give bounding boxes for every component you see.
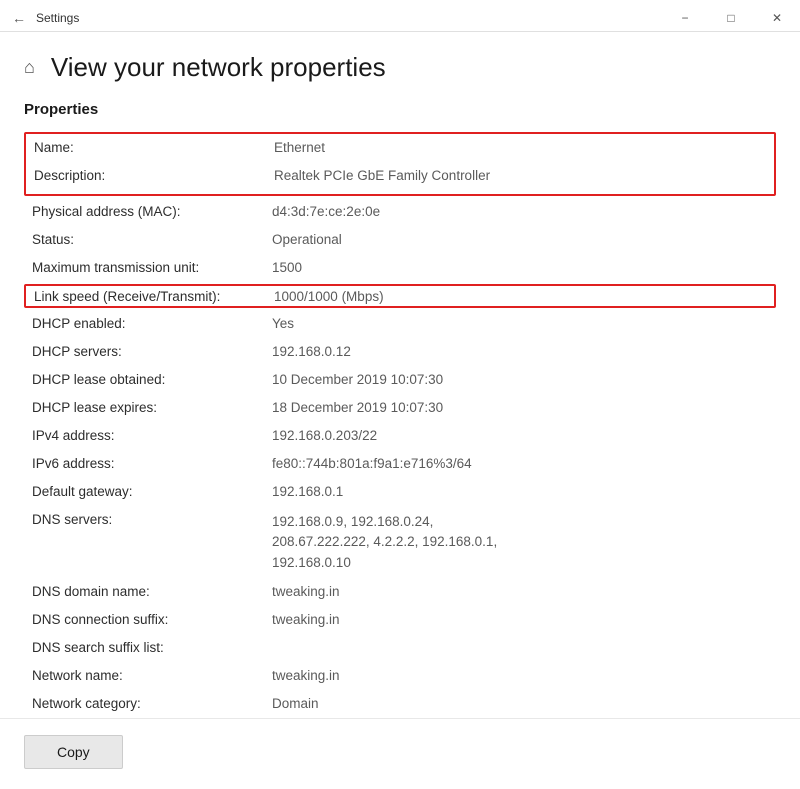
prop-value: 1000/1000 (Mbps) xyxy=(274,288,766,304)
table-row: Name: Ethernet xyxy=(34,136,766,164)
prop-value: 192.168.0.203/22 xyxy=(272,427,768,443)
table-row: Network category: Domain xyxy=(24,690,776,718)
prop-value: Yes xyxy=(272,315,768,331)
prop-label: DHCP lease obtained: xyxy=(32,371,272,387)
table-row: DNS servers: 192.168.0.9, 192.168.0.24,2… xyxy=(24,506,776,578)
table-row: Default gateway: 192.168.0.1 xyxy=(24,478,776,506)
prop-label: DNS servers: xyxy=(32,511,272,527)
copy-area: Copy xyxy=(0,718,800,789)
prop-value: 192.168.0.1 xyxy=(272,483,768,499)
table-row: Status: Operational xyxy=(24,226,776,254)
prop-label: Link speed (Receive/Transmit): xyxy=(34,288,274,304)
prop-label: IPv4 address: xyxy=(32,427,272,443)
table-row: DHCP servers: 192.168.0.12 xyxy=(24,338,776,366)
page-title: View your network properties xyxy=(51,52,386,83)
prop-value: Domain xyxy=(272,695,768,711)
table-row: DNS connection suffix: tweaking.in xyxy=(24,606,776,634)
home-icon[interactable]: ⌂ xyxy=(24,57,35,78)
prop-value: d4:3d:7e:ce:2e:0e xyxy=(272,203,768,219)
page-header: ⌂ View your network properties xyxy=(0,32,800,93)
properties-table: Name: Ethernet Description: Realtek PCIe… xyxy=(0,130,800,718)
prop-value xyxy=(272,639,768,640)
titlebar-controls: − □ ✕ xyxy=(662,2,800,34)
prop-value: tweaking.in xyxy=(272,611,768,627)
titlebar-title: Settings xyxy=(36,11,79,25)
back-icon[interactable]: ← xyxy=(12,10,26,26)
prop-value: fe80::744b:801a:f9a1:e716%3/64 xyxy=(272,455,768,471)
prop-label: Physical address (MAC): xyxy=(32,203,272,219)
highlight-box-link-speed: Link speed (Receive/Transmit): 1000/1000… xyxy=(24,284,776,308)
prop-label: DHCP servers: xyxy=(32,343,272,359)
prop-value: 192.168.0.12 xyxy=(272,343,768,359)
table-row: IPv6 address: fe80::744b:801a:f9a1:e716%… xyxy=(24,450,776,478)
highlight-box-name-desc: Name: Ethernet Description: Realtek PCIe… xyxy=(24,132,776,196)
prop-value: Operational xyxy=(272,231,768,247)
titlebar: ← Settings − □ ✕ xyxy=(0,0,800,32)
table-row: Network name: tweaking.in xyxy=(24,662,776,690)
table-row: DHCP lease obtained: 10 December 2019 10… xyxy=(24,366,776,394)
prop-label: Status: xyxy=(32,231,272,247)
close-button[interactable]: ✕ xyxy=(754,2,800,34)
table-row: DHCP lease expires: 18 December 2019 10:… xyxy=(24,394,776,422)
prop-label: DNS domain name: xyxy=(32,583,272,599)
prop-value: 1500 xyxy=(272,259,768,275)
table-row: DNS domain name: tweaking.in xyxy=(24,578,776,606)
prop-label: Network name: xyxy=(32,667,272,683)
table-row: IPv4 address: 192.168.0.203/22 xyxy=(24,422,776,450)
minimize-button[interactable]: − xyxy=(662,2,708,34)
prop-label: DNS connection suffix: xyxy=(32,611,272,627)
prop-value: Realtek PCIe GbE Family Controller xyxy=(274,167,766,183)
table-row: Description: Realtek PCIe GbE Family Con… xyxy=(34,164,766,192)
prop-value: Ethernet xyxy=(274,139,766,155)
prop-label: Network category: xyxy=(32,695,272,711)
prop-value: tweaking.in xyxy=(272,667,768,683)
table-row: DNS search suffix list: xyxy=(24,634,776,662)
prop-label: Default gateway: xyxy=(32,483,272,499)
main-content: ⌂ View your network properties Propertie… xyxy=(0,32,800,789)
prop-value: 18 December 2019 10:07:30 xyxy=(272,399,768,415)
prop-value: 10 December 2019 10:07:30 xyxy=(272,371,768,387)
prop-value: 192.168.0.9, 192.168.0.24,208.67.222.222… xyxy=(272,511,768,573)
prop-label: DHCP lease expires: xyxy=(32,399,272,415)
prop-label: IPv6 address: xyxy=(32,455,272,471)
prop-value: tweaking.in xyxy=(272,583,768,599)
maximize-button[interactable]: □ xyxy=(708,2,754,34)
prop-label: Description: xyxy=(34,167,274,183)
prop-label: Name: xyxy=(34,139,274,155)
titlebar-left: ← Settings xyxy=(0,10,79,26)
table-row: Physical address (MAC): d4:3d:7e:ce:2e:0… xyxy=(24,198,776,226)
table-row: DHCP enabled: Yes xyxy=(24,310,776,338)
prop-label: DHCP enabled: xyxy=(32,315,272,331)
prop-label: Maximum transmission unit: xyxy=(32,259,272,275)
copy-button[interactable]: Copy xyxy=(24,735,123,769)
section-heading: Properties xyxy=(0,93,800,130)
prop-label: DNS search suffix list: xyxy=(32,639,272,655)
table-row: Maximum transmission unit: 1500 xyxy=(24,254,776,282)
